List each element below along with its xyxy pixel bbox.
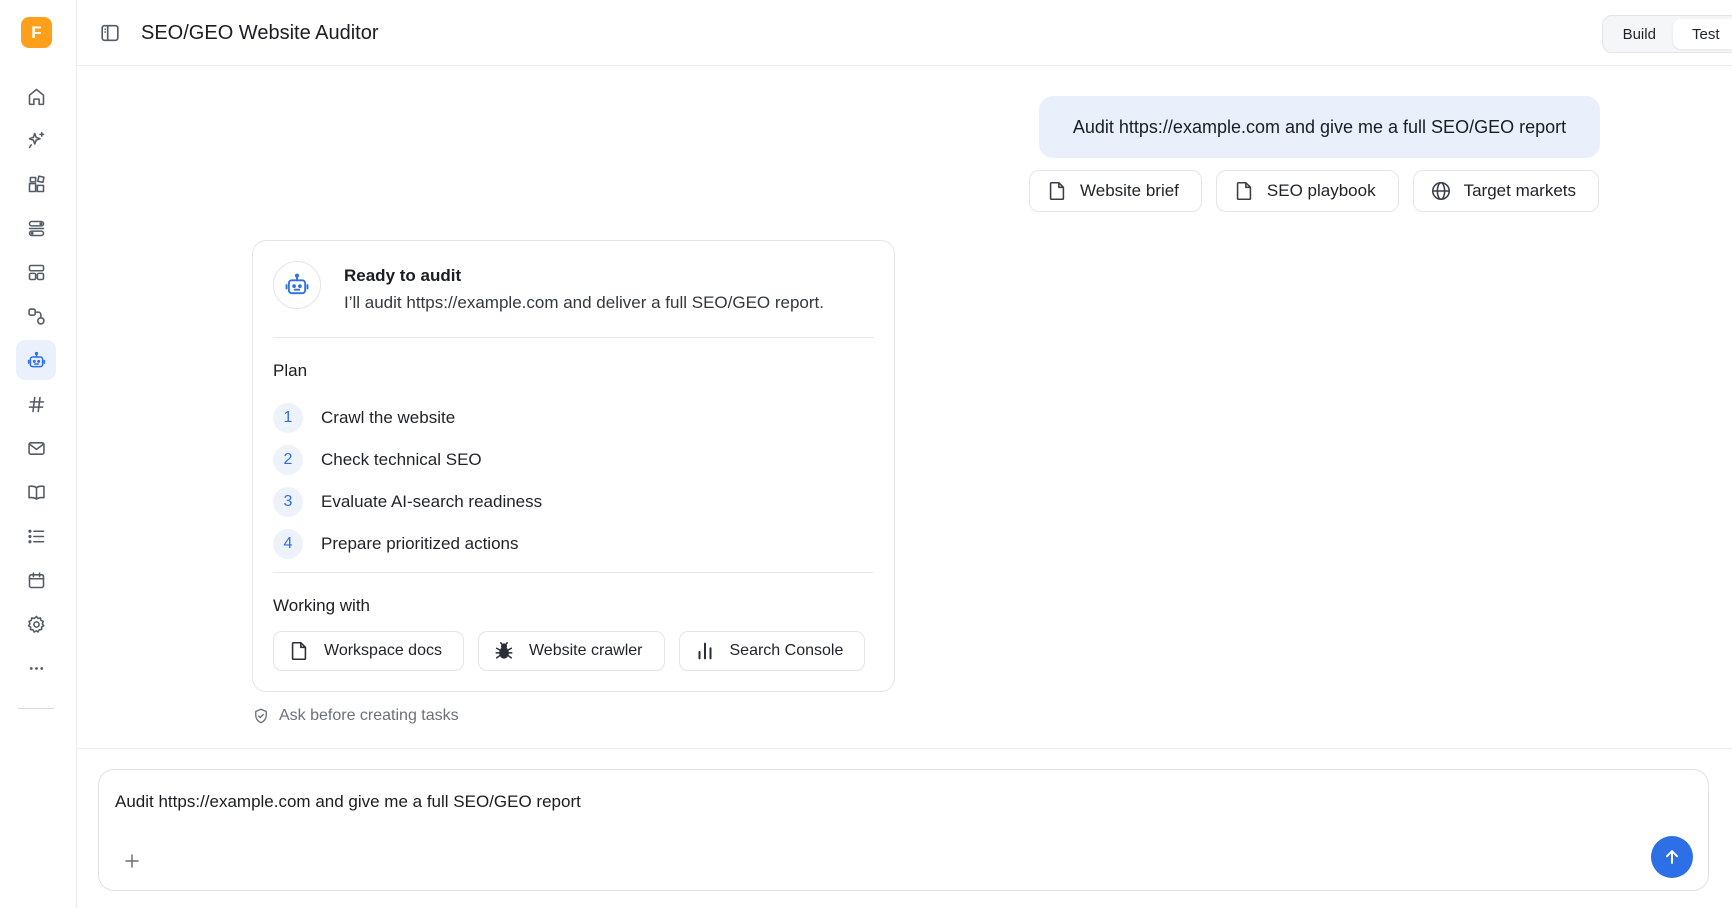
plan-step: 1 Crawl the website <box>273 397 542 439</box>
attachment-label: SEO playbook <box>1266 181 1376 200</box>
file-icon <box>1049 181 1065 201</box>
attachment-target-markets[interactable]: Target markets <box>1412 170 1600 212</box>
attachment-label: Target markets <box>1463 181 1577 200</box>
plan-list: 1 Crawl the website 2 Check technical SE… <box>273 397 542 565</box>
robot-icon <box>27 351 45 367</box>
step-text: Evaluate AI-search readiness <box>321 492 543 511</box>
assistant-plan-card: Ready to audit I’ll audit https://exampl… <box>252 240 895 692</box>
tool-label: Website crawler <box>528 642 643 659</box>
app-root: F SEO/GEO Website Auditor Build Test Aud… <box>0 0 1732 908</box>
step-number: 4 <box>273 529 303 559</box>
plus-icon <box>125 854 139 868</box>
plan-step: 3 Evaluate AI-search readiness <box>273 481 542 523</box>
step-text: Prepare prioritized actions <box>321 534 519 553</box>
gear-icon <box>27 615 44 633</box>
sidebar-item-agents[interactable] <box>16 340 56 380</box>
composer-divider <box>77 748 1732 749</box>
page-title: SEO/GEO Website Auditor <box>141 22 379 44</box>
tool-website-crawler[interactable]: Website crawler <box>477 631 665 671</box>
sidebar-item-integrations[interactable] <box>16 296 56 336</box>
step-text: Crawl the website <box>321 408 456 427</box>
hash-icon <box>28 396 44 412</box>
step-number: 3 <box>273 487 303 517</box>
step-number: 1 <box>273 403 303 433</box>
sidebar-item-lists[interactable] <box>16 516 56 556</box>
toggle-sidebar-button[interactable] <box>98 21 122 45</box>
workspace-logo[interactable]: F <box>21 17 52 48</box>
flows-icon <box>28 220 44 236</box>
sidebar-item-mail[interactable] <box>16 428 56 468</box>
home-icon <box>28 88 44 105</box>
working-with-heading: Working with <box>273 596 370 615</box>
globe-icon <box>1431 181 1450 201</box>
card-title: Ready to audit <box>344 266 462 285</box>
sidebar-item-apps[interactable] <box>16 164 56 204</box>
attachment-label: Website brief <box>1080 181 1179 200</box>
card-subtitle: I’ll audit https://example.com and deliv… <box>344 293 824 312</box>
attachment-website-brief[interactable]: Website brief <box>1029 170 1202 212</box>
mail-icon <box>27 441 45 455</box>
tool-label: Search Console <box>729 642 844 659</box>
message-composer <box>98 769 1709 891</box>
book-icon <box>27 484 45 500</box>
send-button[interactable] <box>1651 836 1693 878</box>
test-mode-button[interactable]: Test <box>1672 19 1732 49</box>
assistant-avatar <box>273 261 321 309</box>
sidebar-item-more[interactable] <box>16 648 56 688</box>
sidebar-item-home[interactable] <box>16 76 56 116</box>
message-attachments: Website brief SEO playbook Target market… <box>1029 170 1600 212</box>
sidebar-item-knowledge[interactable] <box>16 472 56 512</box>
plan-heading: Plan <box>273 361 308 380</box>
step-text: Check technical SEO <box>321 450 482 469</box>
plan-step: 2 Check technical SEO <box>273 439 542 481</box>
user-message-text: Audit https://example.com and give me a … <box>1072 116 1567 137</box>
permission-note: Ask before creating tasks <box>252 707 459 725</box>
permission-note-text: Ask before creating tasks <box>279 707 459 724</box>
tool-label: Workspace docs <box>324 642 442 659</box>
sidebar-item-layouts[interactable] <box>16 252 56 292</box>
tool-list: Workspace docs Website crawler Search Co… <box>273 631 866 671</box>
bug-icon <box>495 642 513 659</box>
sparkle-icon <box>28 131 44 148</box>
tool-workspace-docs[interactable]: Workspace docs <box>273 631 464 671</box>
message-input[interactable] <box>115 792 1515 812</box>
sidebar-item-settings[interactable] <box>16 604 56 644</box>
card-divider <box>273 337 874 338</box>
shield-check-icon <box>255 708 267 724</box>
tool-search-console[interactable]: Search Console <box>678 631 866 671</box>
arrow-up-icon <box>1666 850 1678 864</box>
top-header: SEO/GEO Website Auditor Build Test <box>77 0 1732 66</box>
build-mode-button[interactable]: Build <box>1606 19 1673 49</box>
sidebar-divider <box>18 708 54 709</box>
card-divider <box>273 572 874 573</box>
calendar-icon <box>28 571 44 588</box>
sidebar-item-ai-sparkle[interactable] <box>16 120 56 160</box>
sidebar-item-channels[interactable] <box>16 384 56 424</box>
sidebar-item-calendar[interactable] <box>16 560 56 600</box>
plan-step: 4 Prepare prioritized actions <box>273 523 542 565</box>
build-test-switch: Build Test <box>1602 15 1732 53</box>
robot-icon <box>285 273 309 295</box>
user-message: Audit https://example.com and give me a … <box>1039 96 1600 158</box>
attachment-seo-playbook[interactable]: SEO playbook <box>1215 170 1399 212</box>
integrations-icon <box>27 307 45 325</box>
step-number: 2 <box>273 445 303 475</box>
list-icon <box>27 529 44 543</box>
sidebar-panel-icon <box>101 24 119 42</box>
sidebar-item-flows[interactable] <box>16 208 56 248</box>
file-icon <box>1236 181 1252 201</box>
file-icon <box>291 641 307 661</box>
sidebar: F <box>0 0 77 908</box>
apps-icon <box>28 174 45 192</box>
more-icon <box>29 666 43 670</box>
bar-chart-icon <box>697 642 712 660</box>
add-attachment-button[interactable] <box>121 850 143 872</box>
layout-icon <box>28 264 44 280</box>
